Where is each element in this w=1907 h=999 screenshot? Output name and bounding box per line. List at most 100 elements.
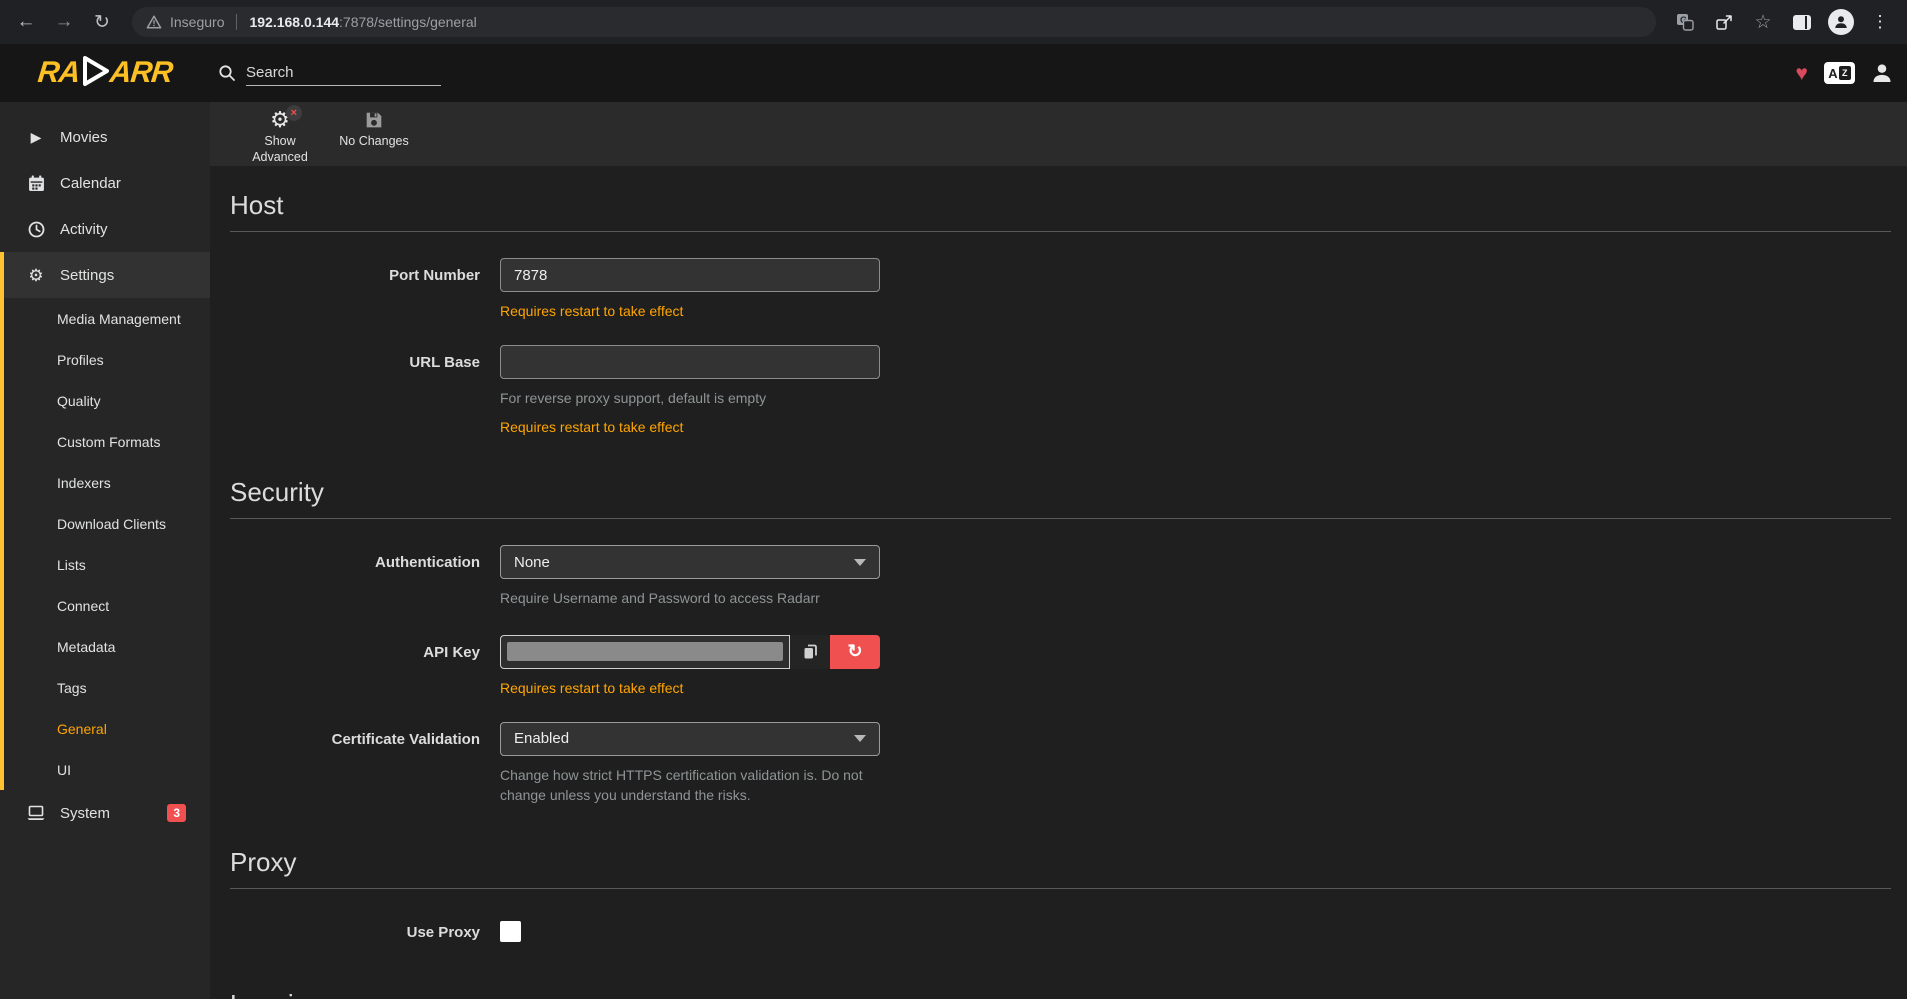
sidebar-sub-label: Profiles: [57, 352, 104, 368]
url-base-row: URL Base For reverse proxy support, defa…: [230, 345, 1891, 435]
authentication-row: Authentication None Require Username and…: [230, 545, 1891, 608]
sidebar-item-general[interactable]: General: [4, 708, 210, 749]
logging-section-title: Logging: [230, 989, 1891, 999]
sidebar-item-media-management[interactable]: Media Management: [4, 298, 210, 339]
url-base-input[interactable]: [500, 345, 880, 379]
use-proxy-row: Use Proxy: [230, 915, 1891, 947]
page-url: 192.168.0.144:7878/settings/general: [249, 14, 476, 30]
sidebar-sub-label: Download Clients: [57, 516, 166, 532]
certificate-validation-select[interactable]: Enabled: [500, 722, 880, 756]
sidebar-item-label: Settings: [60, 267, 114, 284]
url-base-label: URL Base: [230, 345, 480, 435]
sidebar-sub-label: Indexers: [57, 475, 111, 491]
clock-icon: [26, 221, 46, 238]
back-icon[interactable]: ←: [10, 6, 42, 38]
search-bar: [218, 60, 441, 86]
security-section: Security Authentication None Require Use…: [230, 477, 1891, 805]
browser-profile-avatar[interactable]: [1826, 7, 1856, 37]
url-base-restart-warning: Requires restart to take effect: [500, 419, 880, 435]
translate-page-icon[interactable]: AZ: [1824, 62, 1855, 84]
refresh-icon: ↻: [847, 641, 862, 662]
sidebar-item-metadata[interactable]: Metadata: [4, 626, 210, 667]
advanced-off-badge: ×: [286, 105, 302, 121]
sidebar-item-custom-formats[interactable]: Custom Formats: [4, 421, 210, 462]
authentication-help: Require Username and Password to access …: [500, 588, 880, 608]
show-advanced-label: Show Advanced: [238, 134, 322, 165]
url-divider: [236, 14, 237, 30]
system-health-badge: 3: [167, 804, 186, 822]
sidebar-sub-label: UI: [57, 762, 71, 778]
sidebar-item-settings[interactable]: ⚙ Settings: [4, 252, 210, 298]
sidebar-item-calendar[interactable]: Calendar: [0, 160, 210, 206]
sidebar-item-connect[interactable]: Connect: [4, 585, 210, 626]
port-restart-warning: Requires restart to take effect: [500, 303, 880, 319]
use-proxy-checkbox[interactable]: [500, 921, 521, 942]
translate-icon[interactable]: G: [1670, 7, 1700, 37]
chevron-down-icon: [854, 735, 866, 742]
proxy-section-title: Proxy: [230, 847, 1891, 889]
authentication-select[interactable]: None: [500, 545, 880, 579]
sidebar-item-label: Calendar: [60, 175, 121, 192]
sidebar-item-lists[interactable]: Lists: [4, 544, 210, 585]
authentication-selected-value: None: [514, 554, 550, 571]
user-profile-icon[interactable]: [1871, 62, 1893, 84]
sidebar-item-profiles[interactable]: Profiles: [4, 339, 210, 380]
page-toolbar: ⚙ × Show Advanced No Changes: [210, 102, 1907, 166]
laptop-icon: [26, 805, 46, 821]
donate-heart-icon[interactable]: ♥: [1796, 63, 1808, 84]
certificate-validation-help: Change how strict HTTPS certification va…: [500, 765, 880, 806]
sidebar-item-movies[interactable]: ▶ Movies: [0, 114, 210, 160]
sidebar-sub-label: Tags: [57, 680, 87, 696]
regenerate-api-key-button[interactable]: ↻: [830, 635, 880, 669]
sidebar-sub-label: Connect: [57, 598, 109, 614]
security-section-title: Security: [230, 477, 1891, 519]
sidebar-item-download-clients[interactable]: Download Clients: [4, 503, 210, 544]
host-section-title: Host: [230, 190, 1891, 232]
sidebar-sub-label: Media Management: [57, 311, 181, 327]
sidebar-item-label: System: [60, 805, 110, 822]
sidebar-sub-label: Lists: [57, 557, 86, 573]
logging-section: Logging Log Level Info: [230, 989, 1891, 999]
url-base-help: For reverse proxy support, default is em…: [500, 388, 880, 408]
chevron-down-icon: [854, 559, 866, 566]
share-icon[interactable]: [1709, 7, 1739, 37]
reload-icon[interactable]: ↻: [86, 6, 118, 38]
settings-nav-group: ⚙ Settings Media Management Profiles Qua…: [0, 252, 210, 790]
api-key-input[interactable]: [500, 635, 790, 669]
save-changes-button[interactable]: No Changes: [332, 108, 416, 150]
security-status-label: Inseguro: [170, 14, 224, 30]
bookmark-star-icon[interactable]: ☆: [1748, 7, 1778, 37]
sidebar-item-quality[interactable]: Quality: [4, 380, 210, 421]
sidebar-item-indexers[interactable]: Indexers: [4, 462, 210, 503]
host-section: Host Port Number Requires restart to tak…: [230, 190, 1891, 435]
sidebar-item-ui[interactable]: UI: [4, 749, 210, 790]
api-key-redacted-value: [507, 642, 783, 661]
port-number-input[interactable]: [500, 258, 880, 292]
api-key-row: API Key ↻ Requires restart to take effec…: [230, 635, 1891, 696]
url-bar[interactable]: Inseguro 192.168.0.144:7878/settings/gen…: [132, 7, 1656, 37]
copy-api-key-button[interactable]: [790, 635, 830, 669]
port-number-row: Port Number Requires restart to take eff…: [230, 258, 1891, 319]
sidebar-item-system[interactable]: System 3: [0, 790, 210, 836]
sidebar-item-label: Movies: [60, 129, 108, 146]
sidebar-nav: ▶ Movies Calendar Activity ⚙ Settings Me…: [0, 102, 210, 999]
insecure-warning-icon: [146, 14, 162, 30]
certificate-validation-selected-value: Enabled: [514, 730, 569, 747]
settings-general-page: Host Port Number Requires restart to tak…: [210, 166, 1907, 999]
gears-icon: ⚙: [26, 267, 46, 284]
browser-menu-icon[interactable]: ⋮: [1865, 7, 1895, 37]
advanced-gear-icon: ⚙ ×: [270, 108, 290, 132]
search-icon: [218, 64, 236, 82]
sidebar-sub-label: General: [57, 721, 107, 737]
app-header: RA ARR ♥ AZ: [0, 44, 1907, 102]
forward-icon[interactable]: →: [48, 6, 80, 38]
save-floppy-icon: [365, 108, 383, 132]
api-key-label: API Key: [230, 635, 480, 696]
sidebar-item-tags[interactable]: Tags: [4, 667, 210, 708]
sidebar-item-activity[interactable]: Activity: [0, 206, 210, 252]
radarr-logo[interactable]: RA ARR: [0, 53, 210, 94]
search-input[interactable]: [246, 60, 441, 86]
side-panel-icon[interactable]: [1787, 7, 1817, 37]
show-advanced-button[interactable]: ⚙ × Show Advanced: [238, 108, 322, 165]
certificate-validation-row: Certificate Validation Enabled Change ho…: [230, 722, 1891, 806]
